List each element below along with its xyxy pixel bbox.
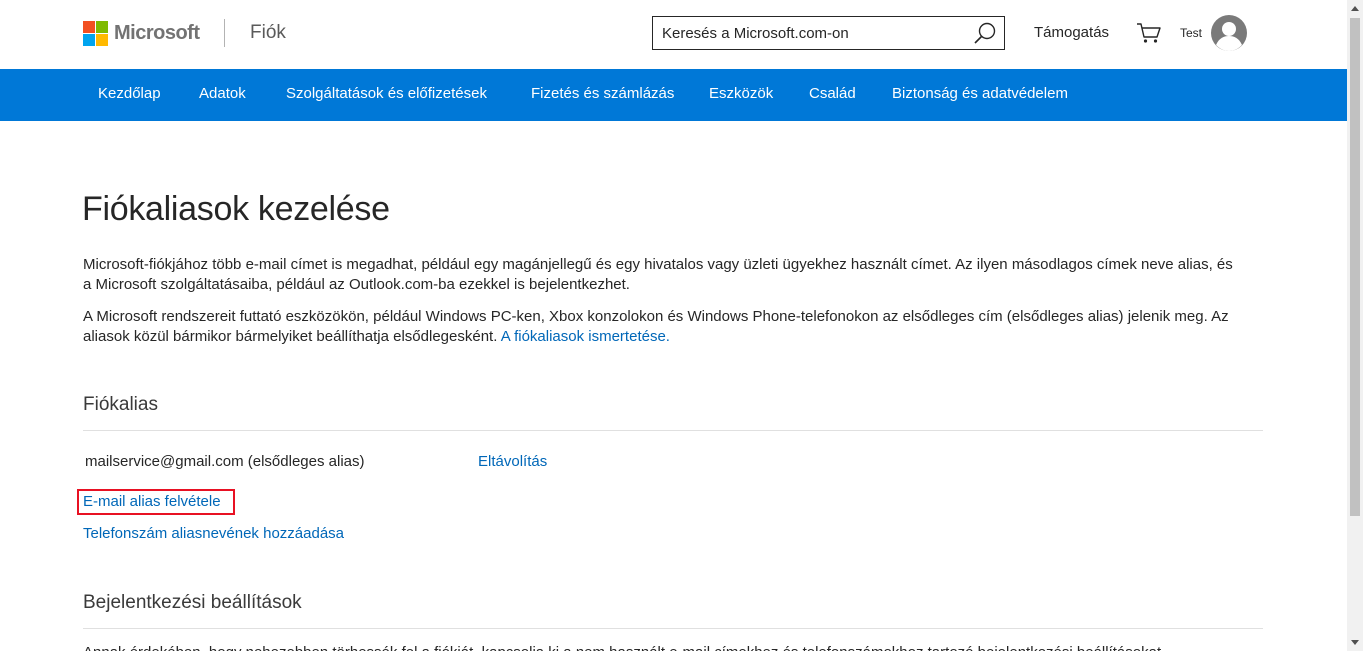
site-header: Microsoft Fiók Támogatás Test bbox=[0, 0, 1347, 69]
nav-item-security[interactable]: Biztonság és adatvédelem bbox=[892, 69, 1068, 121]
search-icon[interactable] bbox=[972, 21, 998, 47]
shopping-cart-icon[interactable] bbox=[1136, 22, 1162, 44]
search-input[interactable] bbox=[653, 17, 963, 49]
add-phone-alias-link[interactable]: Telefonszám aliasnevének hozzáadása bbox=[83, 525, 344, 542]
nav-item-payment[interactable]: Fizetés és számlázás bbox=[531, 69, 674, 121]
logo-text: Microsoft bbox=[114, 22, 200, 44]
scroll-up-arrow-icon[interactable] bbox=[1347, 0, 1363, 17]
scroll-down-arrow-icon[interactable] bbox=[1347, 634, 1363, 651]
microsoft-logo[interactable]: Microsoft bbox=[83, 21, 200, 46]
nav-item-services[interactable]: Szolgáltatások és előfizetések bbox=[286, 69, 487, 121]
alias-email: mailservice@gmail.com (elsődleges alias) bbox=[85, 453, 365, 470]
signin-section-title: Bejelentkezési beállítások bbox=[83, 592, 302, 613]
primary-alias-paragraph: A Microsoft rendszereit futtató eszközök… bbox=[83, 307, 1243, 347]
page: Microsoft Fiók Támogatás Test Kezdőlap A… bbox=[0, 0, 1363, 651]
search-box bbox=[652, 16, 1005, 50]
vertical-scrollbar[interactable] bbox=[1347, 0, 1363, 651]
remove-alias-link[interactable]: Eltávolítás bbox=[478, 453, 547, 470]
aliases-info-link[interactable]: A fiókaliasok ismertetése. bbox=[501, 328, 670, 345]
main-nav: Kezdőlap Adatok Szolgáltatások és előfiz… bbox=[0, 69, 1347, 121]
avatar-icon[interactable] bbox=[1210, 14, 1248, 52]
nav-item-home[interactable]: Kezdőlap bbox=[98, 69, 161, 121]
signin-description: Annak érdekében, hogy nehezebben törhess… bbox=[83, 643, 1263, 651]
nav-item-info[interactable]: Adatok bbox=[199, 69, 246, 121]
section-divider bbox=[83, 628, 1263, 629]
add-email-alias-link[interactable]: E-mail alias felvétele bbox=[83, 493, 221, 510]
support-link[interactable]: Támogatás bbox=[1034, 24, 1109, 41]
section-name[interactable]: Fiók bbox=[250, 22, 286, 44]
page-title: Fiókaliasok kezelése bbox=[82, 190, 390, 228]
nav-item-devices[interactable]: Eszközök bbox=[709, 69, 773, 121]
user-name[interactable]: Test bbox=[1180, 26, 1202, 40]
header-divider bbox=[224, 19, 225, 47]
intro-paragraph: Microsoft-fiókjához több e-mail címet is… bbox=[83, 256, 1233, 293]
section-divider bbox=[83, 430, 1263, 431]
alias-section-title: Fiókalias bbox=[83, 394, 158, 415]
scrollbar-thumb[interactable] bbox=[1350, 18, 1360, 516]
microsoft-logo-icon bbox=[83, 21, 108, 46]
nav-item-family[interactable]: Család bbox=[809, 69, 856, 121]
